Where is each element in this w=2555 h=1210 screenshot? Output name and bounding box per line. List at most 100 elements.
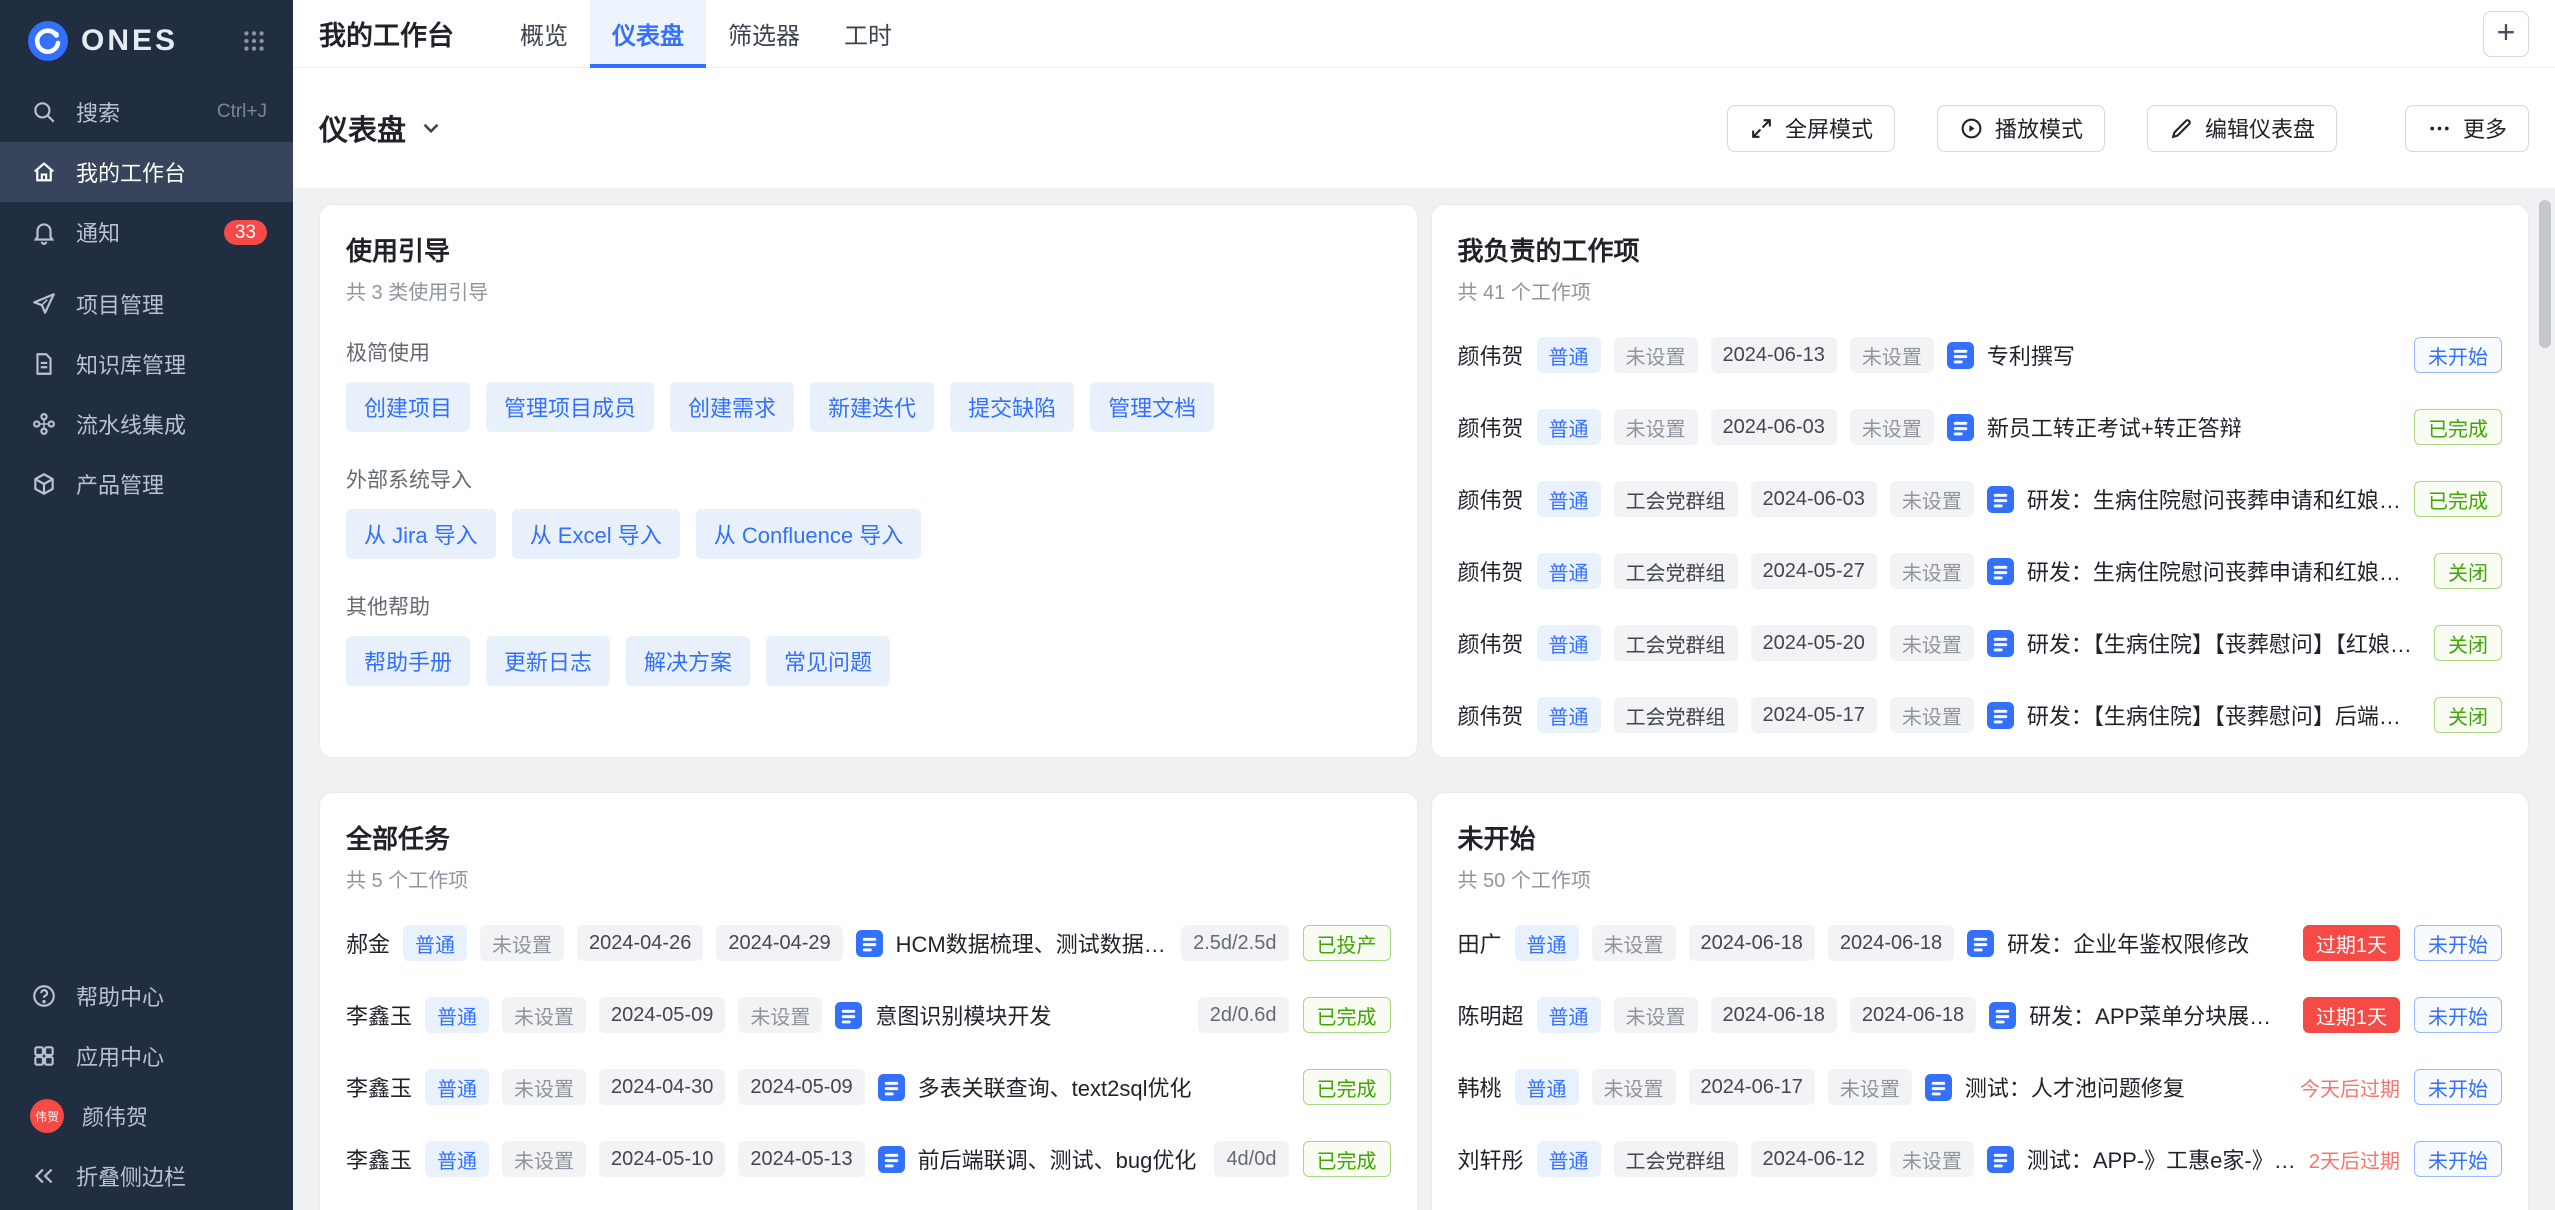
work-item-title[interactable]: 专利撰写 — [1987, 339, 2075, 371]
guide-link[interactable]: 新建迭代 — [810, 382, 934, 432]
toolbar-button-fullscreen[interactable]: 全屏模式 — [1727, 105, 1895, 152]
work-item-title[interactable]: 研发：生病住院慰问丧葬申请和红娘奖申请审… — [2027, 555, 2421, 587]
toolbar-button-label: 更多 — [2463, 112, 2507, 144]
tab-hours[interactable]: 工时 — [822, 0, 914, 68]
guide-link[interactable]: 从 Confluence 导入 — [696, 509, 922, 559]
work-item-row[interactable]: 颜伟贺普通工会党群组2024-05-27未设置研发：生病住院慰问丧葬申请和红娘奖… — [1458, 535, 2503, 607]
row-badges: 关闭 — [2434, 553, 2502, 589]
workload-tag: 4d/0d — [1214, 1141, 1288, 1177]
work-item-title[interactable]: 新员工转正考试+转正答辩 — [1987, 411, 2242, 443]
assignee-name: 颜伟贺 — [1458, 411, 1524, 443]
status-badge: 未开始 — [2414, 997, 2502, 1033]
guide-link[interactable]: 更新日志 — [486, 636, 610, 686]
work-item-row[interactable]: 郝金普通未设置2024-04-282024-05-10前端页面开发、接口对接关闭 — [346, 1195, 1391, 1210]
assignee-name: 颜伟贺 — [1458, 483, 1524, 515]
status-badge: 已完成 — [1303, 1069, 1391, 1105]
guide-link[interactable]: 常见问题 — [766, 636, 890, 686]
guide-link[interactable]: 帮助手册 — [346, 636, 470, 686]
tab-filters[interactable]: 筛选器 — [706, 0, 822, 68]
guide-link[interactable]: 管理项目成员 — [486, 382, 654, 432]
sidebar-item-user[interactable]: 伟贺颜伟贺 — [0, 1086, 293, 1146]
work-item-row[interactable]: 颜伟贺普通工会党群组2024-05-17未设置研发：【生病住院】【丧葬慰问】后端… — [1458, 679, 2503, 751]
add-view-button[interactable]: + — [2483, 11, 2529, 57]
work-item-title[interactable]: 意图识别模块开发 — [875, 999, 1051, 1031]
guide-link[interactable]: 创建需求 — [670, 382, 794, 432]
work-item-title[interactable]: 测试：人才池问题修复 — [1965, 1071, 2185, 1103]
assignee-name: 颜伟贺 — [1458, 699, 1524, 731]
guide-link[interactable]: 管理文档 — [1090, 382, 1214, 432]
work-item-row[interactable]: 田广普通未设置2024-06-182024-06-18研发：企业年鉴权限修改过期… — [1458, 907, 2503, 979]
sidebar-group-gap — [0, 262, 293, 274]
guide-links: 从 Jira 导入从 Excel 导入从 Confluence 导入 — [346, 509, 1391, 559]
priority-tag: 普通 — [403, 925, 467, 961]
guide-link[interactable]: 创建项目 — [346, 382, 470, 432]
sidebar-search[interactable]: 搜索 Ctrl+J — [0, 82, 293, 142]
card-title: 我负责的工作项 — [1458, 231, 2503, 268]
toolbar-button-play[interactable]: 播放模式 — [1937, 105, 2105, 152]
pipeline-icon — [30, 410, 58, 438]
work-item-row[interactable]: 颜伟贺普通未设置2024-06-13未设置专利撰写未开始 — [1458, 319, 2503, 391]
work-item-title[interactable]: 研发：【生病住院】【丧葬慰问】后端研发 — [2027, 699, 2421, 731]
guide-link[interactable]: 从 Jira 导入 — [346, 509, 496, 559]
work-item-title[interactable]: 研发：企业年鉴权限修改 — [2007, 927, 2249, 959]
work-item-title[interactable]: 前后端联调、测试、bug优化 — [918, 1143, 1197, 1175]
sidebar-item-pipeline[interactable]: 流水线集成 — [0, 394, 293, 454]
sidebar-item-label: 折叠侧边栏 — [76, 1160, 186, 1192]
sidebar-item-project[interactable]: 项目管理 — [0, 274, 293, 334]
priority-tag: 普通 — [1537, 697, 1601, 733]
sidebar-item-product[interactable]: 产品管理 — [0, 454, 293, 514]
due-date-tag: 未设置 — [1890, 553, 1974, 589]
sidebar-item-label: 应用中心 — [76, 1040, 164, 1072]
guide-links: 创建项目管理项目成员创建需求新建迭代提交缺陷管理文档 — [346, 382, 1391, 432]
logo-text: ONES — [81, 24, 178, 58]
tab-dashboard[interactable]: 仪表盘 — [590, 0, 706, 68]
toolbar-button-more[interactable]: 更多 — [2405, 105, 2529, 152]
start-date-tag: 2024-06-03 — [1711, 409, 1837, 445]
work-item-row[interactable]: 陈明超普通未设置2024-06-182024-06-18研发：APP菜单分块展示… — [1458, 979, 2503, 1051]
assignee-name: 李鑫玉 — [346, 1143, 412, 1175]
work-item-row[interactable]: 颜伟贺普通工会党群组2024-06-03未设置研发：生病住院慰问丧葬申请和红娘奖… — [1458, 463, 2503, 535]
work-item-row[interactable]: 李鑫玉普通未设置2024-04-302024-05-09多表关联查询、text2… — [346, 1051, 1391, 1123]
work-item-title[interactable]: 多表关联查询、text2sql优化 — [918, 1071, 1192, 1103]
sidebar-item-app-center[interactable]: 应用中心 — [0, 1026, 293, 1086]
toolbar-button-edit[interactable]: 编辑仪表盘 — [2147, 105, 2337, 152]
start-date-tag: 2024-06-13 — [1711, 337, 1837, 373]
card-title: 未开始 — [1458, 819, 2503, 856]
work-item-row[interactable]: 颜伟贺普通未设置2024-06-03未设置新员工转正考试+转正答辩已完成 — [1458, 391, 2503, 463]
group-tag: 未设置 — [502, 997, 586, 1033]
work-item-title[interactable]: 研发：生病住院慰问丧葬申请和红娘奖申请… — [2027, 483, 2401, 515]
sidebar-item-help-center[interactable]: 帮助中心 — [0, 966, 293, 1026]
guide-link[interactable]: 解决方案 — [626, 636, 750, 686]
tab-overview[interactable]: 概览 — [498, 0, 590, 68]
work-item-title[interactable]: 研发：APP菜单分块展示研发中… — [2029, 999, 2290, 1031]
work-item-title[interactable]: HCM数据梳理、测试数据整理 — [896, 927, 1168, 959]
work-item-row[interactable]: 郝金普通未设置2024-04-262024-04-29HCM数据梳理、测试数据整… — [346, 907, 1391, 979]
work-item-row[interactable]: 韩桃普通未设置2024-06-17未设置测试：人才池问题修复今天后过期未开始 — [1458, 1051, 2503, 1123]
app-grid-icon[interactable] — [241, 28, 267, 54]
priority-tag: 普通 — [1537, 481, 1601, 517]
work-item-row[interactable]: 刘轩彤普通工会党群组2024-06-13未设置测试：工会管理-》工惠…3天后过期… — [1458, 1195, 2503, 1210]
sidebar-item-wiki[interactable]: 知识库管理 — [0, 334, 293, 394]
work-item-title[interactable]: 测试：APP-》工惠e家-》工会… — [2027, 1143, 2296, 1175]
work-item-row[interactable]: 李鑫玉普通未设置2024-05-102024-05-13前后端联调、测试、bug… — [346, 1123, 1391, 1195]
sidebar-item-collapse[interactable]: 折叠侧边栏 — [0, 1146, 293, 1206]
search-label: 搜索 — [76, 96, 120, 128]
card-title: 使用引导 — [346, 231, 1391, 268]
work-item-row[interactable]: 颜伟贺普通工会党群组2024-05-20未设置研发：【生病住院】【丧葬慰问】【红… — [1458, 607, 2503, 679]
guide-link[interactable]: 从 Excel 导入 — [512, 509, 680, 559]
dashboard-selector[interactable]: 仪表盘 — [319, 107, 444, 149]
row-badges: 已完成 — [2414, 409, 2502, 445]
sidebar-item-notifications[interactable]: 通知33 — [0, 202, 293, 262]
status-badge: 关闭 — [2434, 625, 2502, 661]
work-item-title[interactable]: 研发：【生病住院】【丧葬慰问】【红娘奖】 — [2027, 627, 2421, 659]
assignee-name: 李鑫玉 — [346, 999, 412, 1031]
work-item-row[interactable]: 李鑫玉普通未设置2024-05-09未设置意图识别模块开发2d/0.6d已完成 — [346, 979, 1391, 1051]
row-badges: 过期1天未开始 — [2303, 997, 2502, 1033]
sidebar-item-workspace[interactable]: 我的工作台 — [0, 142, 293, 202]
guide-link[interactable]: 提交缺陷 — [950, 382, 1074, 432]
priority-tag: 普通 — [1515, 925, 1579, 961]
vertical-scrollbar[interactable] — [2539, 200, 2551, 348]
work-item-row[interactable]: 刘轩彤普通工会党群组2024-06-12未设置测试：APP-》工惠e家-》工会…… — [1458, 1123, 2503, 1195]
group-tag: 未设置 — [502, 1141, 586, 1177]
card-subtitle: 共 5 个工作项 — [346, 864, 1391, 893]
